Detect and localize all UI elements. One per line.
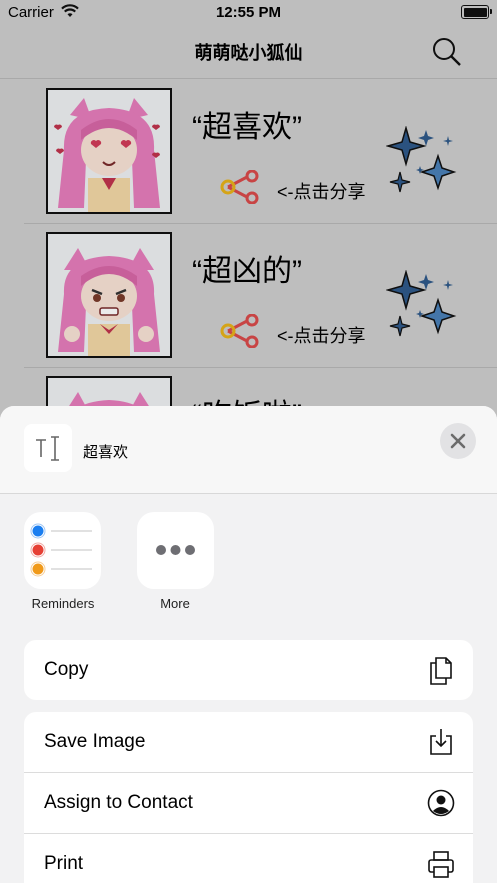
share-preview-text: 超喜欢: [83, 444, 129, 461]
more-icon: [156, 545, 195, 555]
reminders-app-button[interactable]: [24, 512, 101, 589]
reminders-icon: [30, 523, 92, 577]
share-sheet-header: 超喜欢: [0, 406, 497, 494]
more-label: More: [160, 596, 190, 611]
close-icon: [450, 433, 466, 449]
assign-to-contact-label: Assign to Contact: [44, 792, 193, 813]
copy-icon: [430, 657, 452, 685]
text-format-icon: [24, 424, 72, 472]
save-image-button[interactable]: Save Image: [24, 712, 473, 772]
copy-button[interactable]: Copy: [24, 640, 473, 700]
print-label: Print: [44, 853, 84, 874]
share-sheet: 超喜欢 Reminders More Copy Save Image Assig…: [0, 406, 497, 883]
more-apps-button[interactable]: [137, 512, 214, 589]
copy-label: Copy: [44, 659, 89, 680]
reminders-label: Reminders: [31, 596, 95, 611]
save-image-icon: [430, 729, 452, 755]
contact-icon: [427, 789, 455, 817]
print-button[interactable]: Print: [24, 834, 473, 883]
actions-group: Save Image Assign to Contact Print: [24, 712, 473, 883]
save-image-label: Save Image: [44, 731, 146, 752]
assign-to-contact-button[interactable]: Assign to Contact: [24, 773, 473, 833]
printer-icon: [428, 851, 454, 878]
copy-group: Copy: [24, 640, 473, 700]
close-button[interactable]: [440, 423, 476, 459]
